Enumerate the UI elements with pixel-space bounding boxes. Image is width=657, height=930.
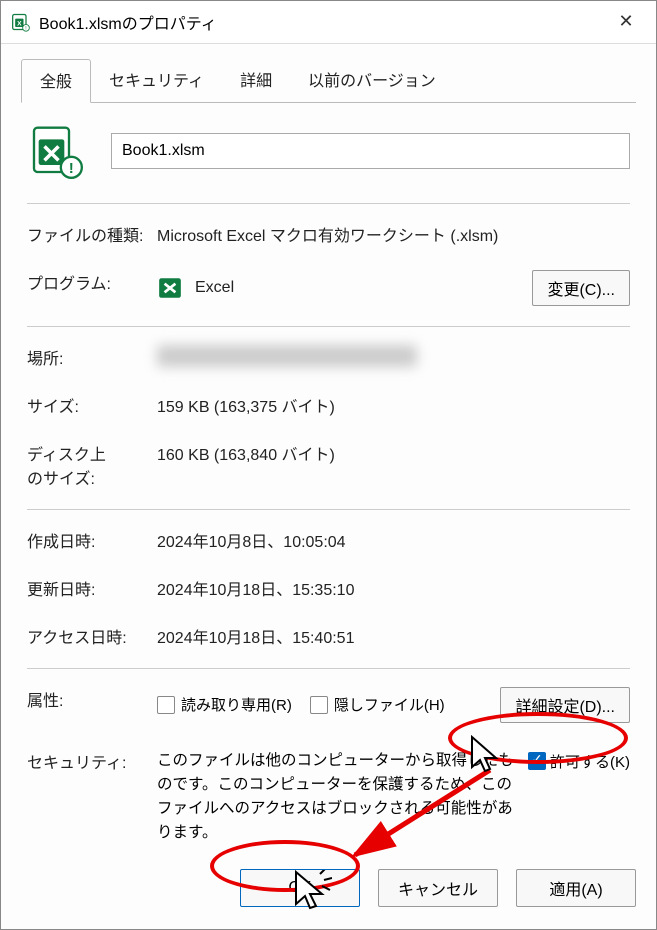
tab-strip: 全般 セキュリティ 詳細 以前のバージョン [21,58,636,103]
svg-text:X: X [17,20,22,27]
attributes-label: 属性: [27,687,157,711]
program-label: プログラム: [27,270,157,294]
tab-content-general: ! ファイルの種類: Microsoft Excel マクロ有効ワークシート (… [21,103,636,845]
unblock-label: 許可する(K) [550,751,630,772]
readonly-label: 読み取り専用(R) [181,694,292,715]
security-text: このファイルは他のコンピューターから取得したものです。このコンピューターを保護す… [157,749,514,845]
checkbox-checked-icon [528,752,546,770]
accessed-value: 2024年10月18日、15:40:51 [157,624,630,648]
file-type-icon: ! [27,123,83,179]
size-on-disk-value: 160 KB (163,840 バイト) [157,441,630,465]
size-on-disk-label: ディスク上 のサイズ: [27,441,157,489]
change-program-button[interactable]: 変更(C)... [532,270,630,306]
location-value-redacted [157,345,417,367]
size-label: サイズ: [27,393,157,417]
hidden-label: 隠しファイル(H) [334,694,445,715]
tab-security[interactable]: セキュリティ [91,59,222,103]
modified-label: 更新日時: [27,576,157,600]
titlebar: X! Book1.xlsmのプロパティ ✕ [1,1,656,44]
checkbox-icon [310,696,328,714]
window-title: Book1.xlsmのプロパティ [39,10,606,34]
apply-button[interactable]: 適用(A) [516,869,636,907]
ok-button[interactable]: OK [240,869,360,907]
svg-text:!: ! [69,160,74,177]
file-type-value: Microsoft Excel マクロ有効ワークシート (.xlsm) [157,222,630,246]
created-label: 作成日時: [27,528,157,552]
separator [27,509,630,510]
cancel-button[interactable]: キャンセル [378,869,498,907]
tab-previous-versions[interactable]: 以前のバージョン [290,59,454,103]
close-button[interactable]: ✕ [606,2,646,42]
dialog-footer: OK キャンセル 適用(A) [1,855,656,929]
excel-app-icon [157,275,183,301]
advanced-button[interactable]: 詳細設定(D)... [500,687,630,723]
tab-details[interactable]: 詳細 [222,59,290,103]
security-label: セキュリティ: [27,749,157,773]
created-value: 2024年10月8日、10:05:04 [157,528,630,552]
filename-input[interactable] [111,133,630,169]
readonly-checkbox[interactable]: 読み取り専用(R) [157,694,292,715]
properties-dialog: X! Book1.xlsmのプロパティ ✕ 全般 セキュリティ 詳細 以前のバー… [0,0,657,930]
location-label: 場所: [27,345,157,369]
file-type-label: ファイルの種類: [27,222,157,246]
size-value: 159 KB (163,375 バイト) [157,393,630,417]
modified-value: 2024年10月18日、15:35:10 [157,576,630,600]
separator [27,203,630,204]
separator [27,326,630,327]
hidden-checkbox[interactable]: 隠しファイル(H) [310,694,445,715]
dialog-body: 全般 セキュリティ 詳細 以前のバージョン ! [1,44,656,855]
accessed-label: アクセス日時: [27,624,157,648]
tab-general[interactable]: 全般 [21,59,91,103]
unblock-checkbox[interactable]: 許可する(K) [528,751,630,772]
excel-file-icon: X! [11,12,31,32]
program-value: Excel [195,279,234,297]
checkbox-icon [157,696,175,714]
separator [27,668,630,669]
svg-text:!: ! [25,26,26,32]
